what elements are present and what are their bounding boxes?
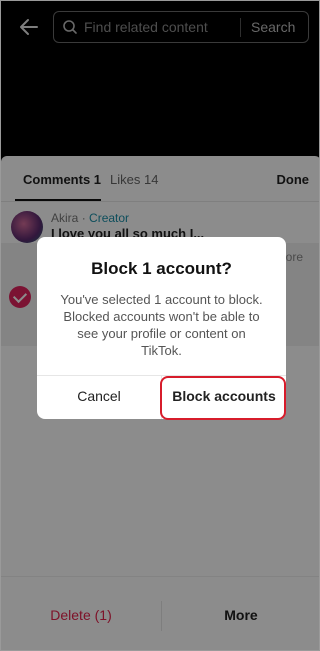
cancel-button[interactable]: Cancel (37, 388, 161, 404)
dialog-title: Block 1 account? (91, 259, 232, 278)
dialog-message: You've selected 1 account to block. Bloc… (60, 292, 263, 358)
screen: Find related content Search Comments 1 L… (0, 0, 320, 651)
highlight-outline (160, 376, 286, 420)
